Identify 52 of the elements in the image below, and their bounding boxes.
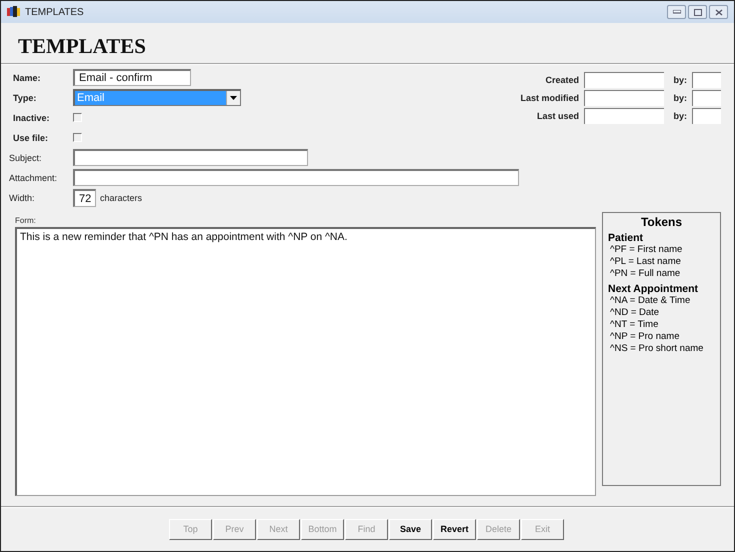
token-item: ^ND = Date <box>609 307 660 319</box>
field-label: Subject: <box>9 152 43 162</box>
user-field[interactable] <box>692 108 721 124</box>
by-label: by: <box>672 75 688 85</box>
minimize-icon <box>672 10 680 14</box>
toolbar-button[interactable]: Save <box>389 518 432 540</box>
date-label: Last modified <box>520 93 580 103</box>
checkbox[interactable] <box>73 113 82 122</box>
unit-label: characters <box>100 193 142 203</box>
field-label: Inactive: <box>12 112 51 122</box>
checkbox[interactable] <box>73 133 82 142</box>
maximize-button[interactable] <box>688 5 707 19</box>
maximize-icon <box>694 8 702 16</box>
width-field[interactable]: 72 <box>73 189 96 207</box>
token-item: ^NS = Pro short name <box>609 343 704 355</box>
form-text-area[interactable]: This is a new reminder that ^PN has an appointment with ^NP on ^NA. <box>15 227 596 496</box>
token-item: ^PN = Full name <box>609 268 682 280</box>
token-item: ^PF = First name <box>609 244 684 256</box>
app-icon <box>7 6 21 18</box>
window-title: TEMPLATES <box>25 6 85 18</box>
field-label: Name: <box>12 72 42 82</box>
user-field[interactable] <box>692 90 721 106</box>
date-label: Created <box>544 75 580 85</box>
by-label: by: <box>672 93 688 103</box>
token-item: ^PL = Last name <box>609 256 682 268</box>
close-icon <box>714 8 722 16</box>
minimize-button[interactable] <box>667 5 686 19</box>
form-label: Form: <box>14 216 37 225</box>
panel-title: Tokens <box>640 215 684 229</box>
date-label: Last used <box>536 111 580 121</box>
user-field[interactable] <box>692 72 721 88</box>
field-label: Attachment: <box>9 172 58 182</box>
field-label: Width: <box>9 193 36 203</box>
token-item: ^NP = Pro name <box>609 331 680 343</box>
date-field[interactable] <box>584 90 664 106</box>
close-button[interactable] <box>709 5 728 19</box>
group-title: Patient <box>608 232 644 244</box>
field-label: Type: <box>12 92 38 102</box>
text-field[interactable]: Email - confirm <box>73 69 191 86</box>
token-item: ^NA = Date & Time <box>609 295 692 307</box>
text-field[interactable] <box>73 149 308 166</box>
toolbar-button[interactable]: Revert <box>433 518 476 540</box>
page-heading: TEMPLATES <box>18 34 147 59</box>
field-label: Use file: <box>12 132 50 142</box>
group-title: Next Appointment <box>608 283 700 295</box>
token-item: ^NT = Time <box>609 319 660 331</box>
date-field[interactable] <box>584 72 664 88</box>
by-label: by: <box>672 111 688 121</box>
caret-icon <box>230 96 237 100</box>
type-dropdown[interactable]: Email <box>73 89 241 106</box>
text-field[interactable] <box>73 169 519 186</box>
date-field[interactable] <box>584 108 664 124</box>
